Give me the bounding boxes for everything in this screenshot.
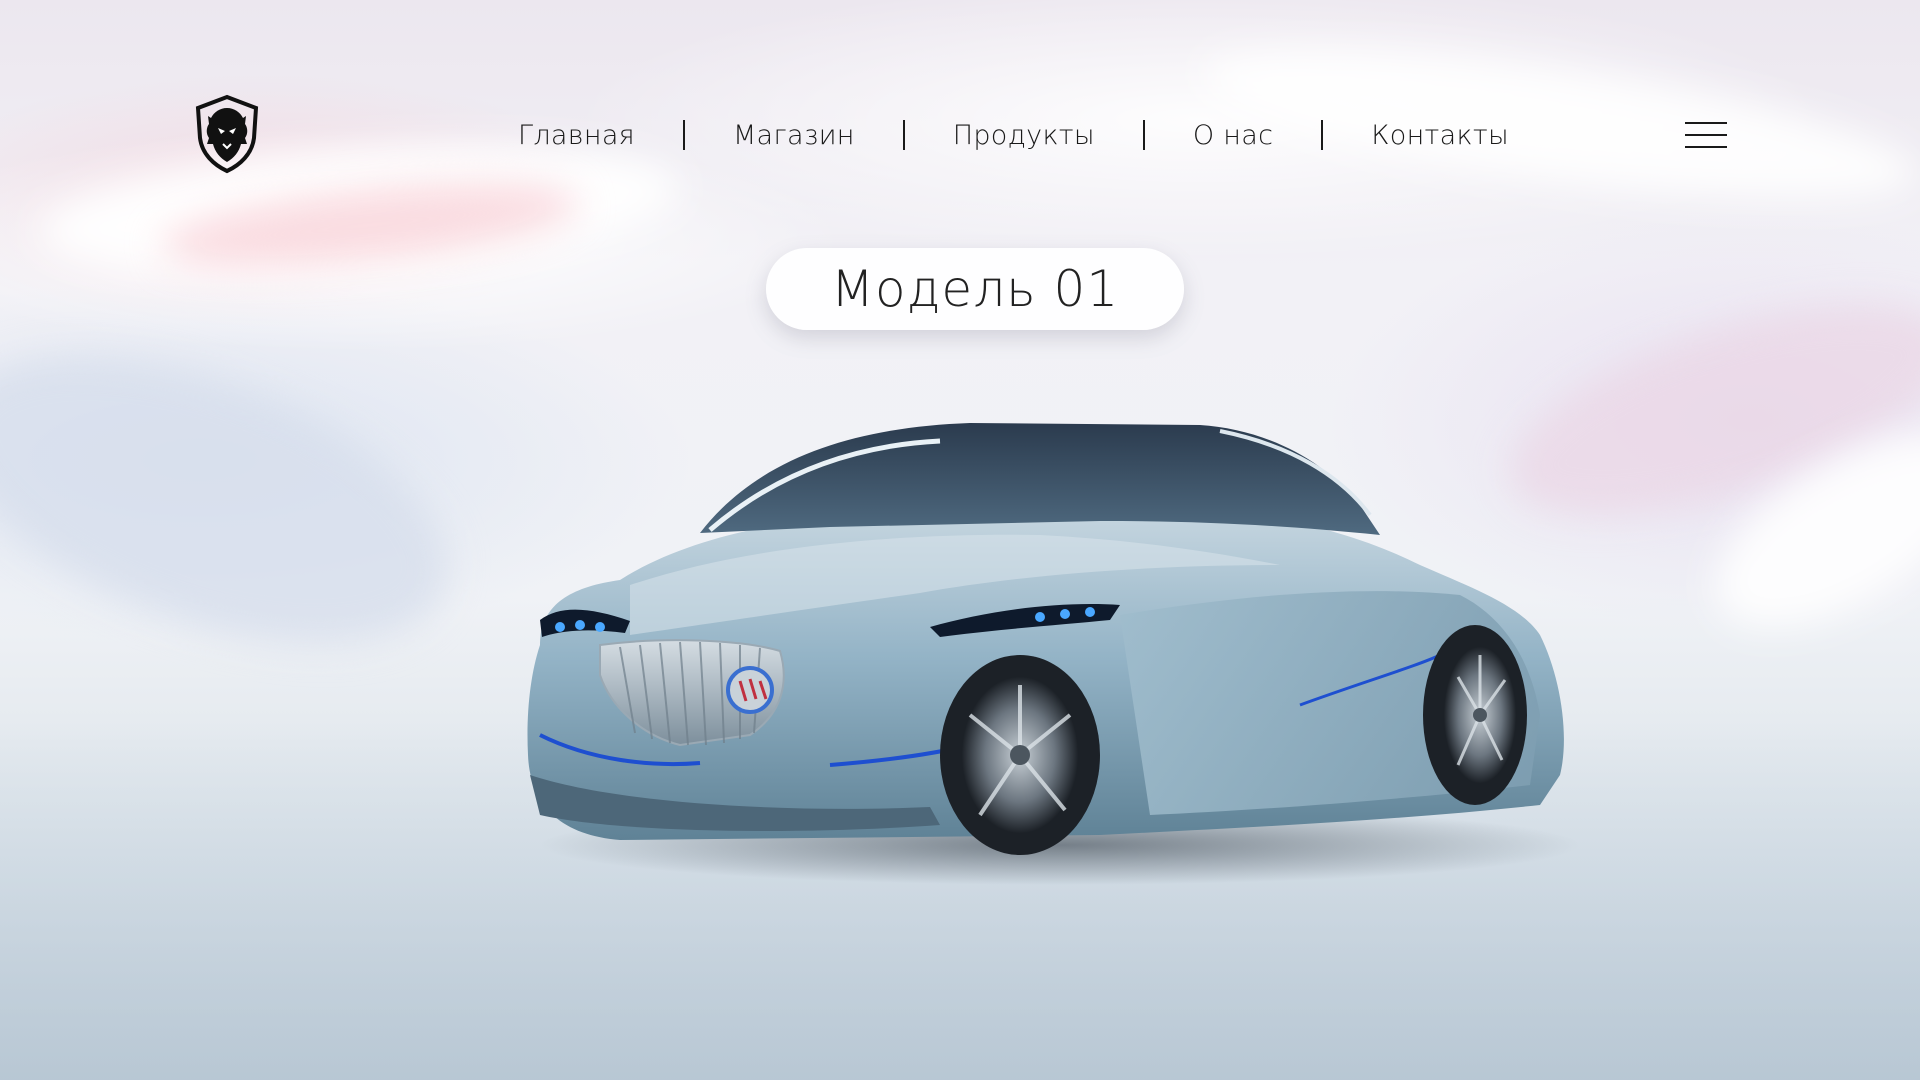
hamburger-menu-icon[interactable] bbox=[1685, 122, 1727, 148]
background-light-streak bbox=[0, 298, 486, 702]
nav-item-shop[interactable]: Магазин bbox=[685, 120, 903, 151]
model-title-badge: Модель 01 bbox=[766, 248, 1184, 330]
concept-car-image bbox=[500, 415, 1600, 885]
landing-page: Главная Магазин Продукты О нас Контакты … bbox=[0, 0, 1920, 1080]
main-navigation: Главная Магазин Продукты О нас Контакты bbox=[470, 112, 1557, 158]
nav-item-contacts[interactable]: Контакты bbox=[1323, 120, 1557, 151]
nav-item-home[interactable]: Главная bbox=[470, 120, 683, 151]
page-title: Модель 01 bbox=[830, 260, 1120, 318]
nav-item-about[interactable]: О нас bbox=[1145, 120, 1321, 151]
background-light-streak bbox=[157, 168, 583, 282]
lion-shield-logo-icon[interactable] bbox=[194, 94, 260, 174]
background-light-streak bbox=[1685, 394, 1920, 666]
nav-item-products[interactable]: Продукты bbox=[905, 120, 1143, 151]
